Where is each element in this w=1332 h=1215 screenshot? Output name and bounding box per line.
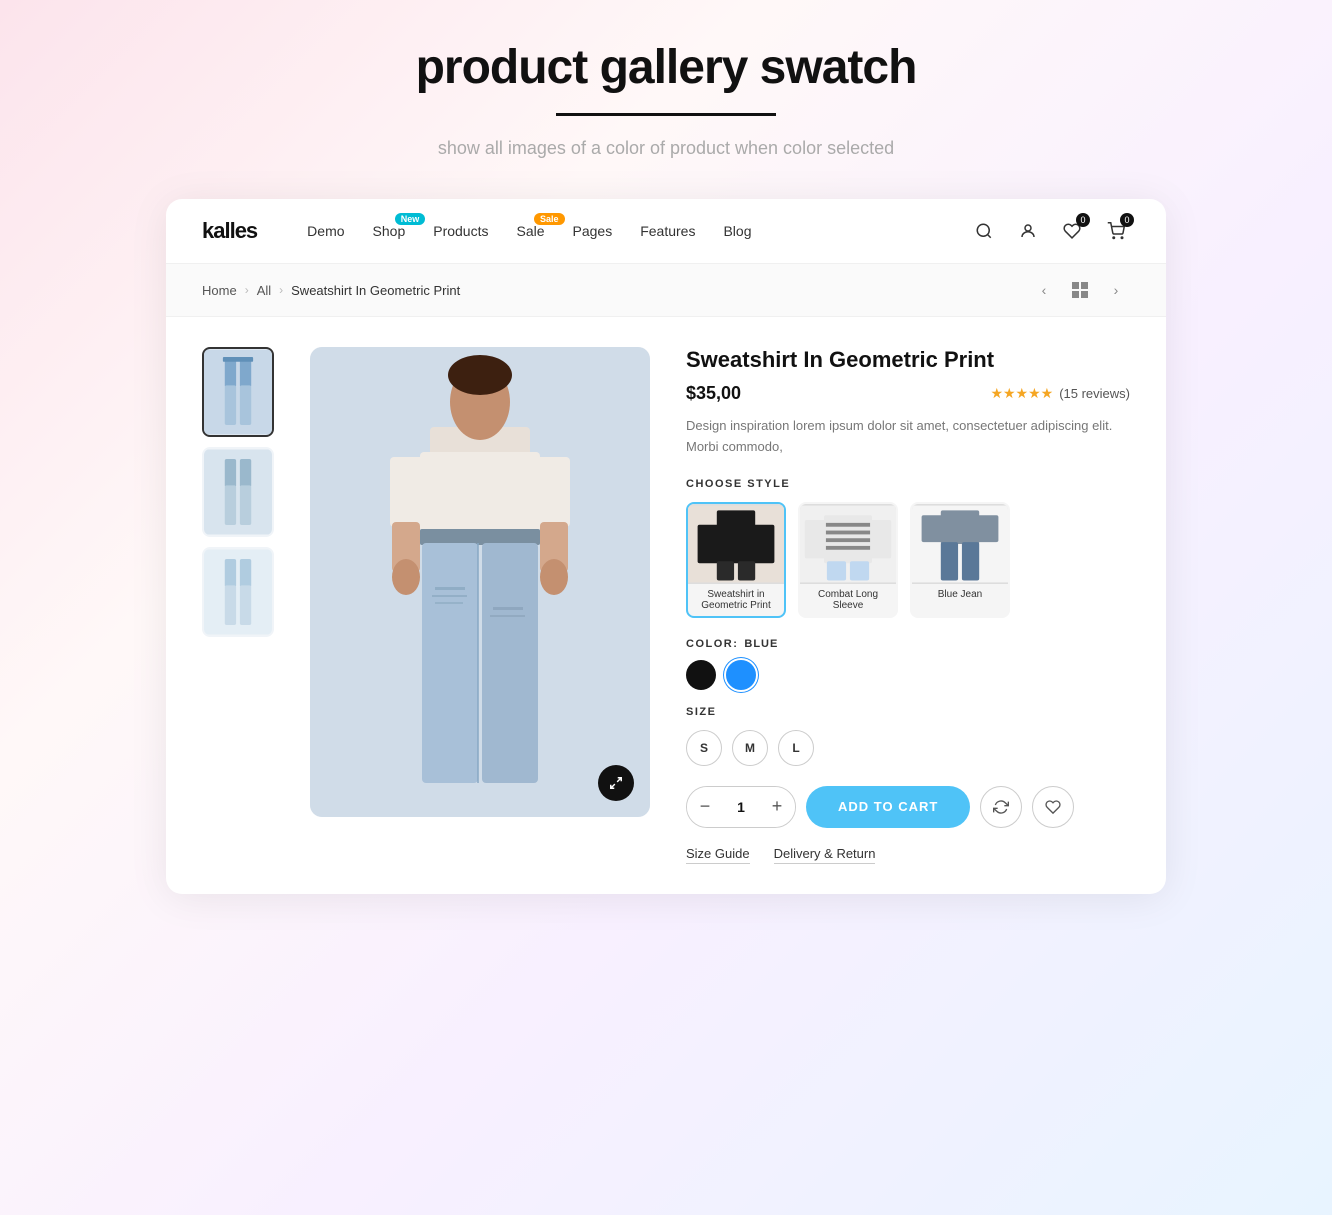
- color-label-row: COLOR: BLUE: [686, 638, 1130, 650]
- size-options: S M L: [686, 730, 1130, 766]
- color-section: COLOR: BLUE: [686, 638, 1130, 690]
- product-price-row: $35,00 ★★★★★ (15 reviews): [686, 383, 1130, 404]
- thumb-img-1: [204, 349, 272, 435]
- product-rating: ★★★★★ (15 reviews): [990, 385, 1130, 402]
- nav-link-features[interactable]: Features: [640, 223, 695, 239]
- prev-product-btn[interactable]: ‹: [1030, 276, 1058, 304]
- shop-card: kalles Demo Shop New Products Sale Sale …: [166, 199, 1166, 894]
- qty-increase-btn[interactable]: +: [759, 786, 795, 828]
- size-label: SIZE: [686, 706, 1130, 718]
- cart-row: − 1 + ADD TO CART: [686, 786, 1130, 828]
- breadcrumb-current: Sweatshirt In Geometric Print: [291, 283, 460, 298]
- style-swatch-img-0: [688, 504, 784, 584]
- product-title: Sweatshirt In Geometric Print: [686, 347, 1130, 373]
- thumbnails: [202, 347, 274, 864]
- review-count[interactable]: (15 reviews): [1059, 386, 1130, 401]
- sale-badge: Sale: [534, 213, 565, 225]
- quantity-value: 1: [723, 799, 759, 815]
- hero-title: product gallery swatch: [216, 40, 1116, 95]
- style-label: CHOOSE STYLE: [686, 478, 1130, 490]
- wishlist-count: 0: [1076, 213, 1090, 227]
- new-badge: New: [395, 213, 426, 225]
- next-product-btn[interactable]: ›: [1102, 276, 1130, 304]
- style-img-geometric: [688, 504, 784, 584]
- style-swatch-0[interactable]: Sweatshirt in Geometric Print: [686, 502, 786, 618]
- nav-link-demo[interactable]: Demo: [307, 223, 344, 239]
- breadcrumb-sep-2: ›: [279, 283, 283, 297]
- product-description: Design inspiration lorem ipsum dolor sit…: [686, 416, 1130, 458]
- refresh-icon: [993, 799, 1009, 815]
- thumbnail-2[interactable]: [202, 447, 274, 537]
- style-swatches: Sweatshirt in Geometric Print: [686, 502, 1130, 618]
- size-guide-link[interactable]: Size Guide: [686, 846, 750, 864]
- style-swatch-img-2: [912, 504, 1008, 584]
- expand-button[interactable]: [598, 765, 634, 801]
- color-swatch-black[interactable]: [686, 660, 716, 690]
- style-img-blue-jean: [912, 504, 1008, 584]
- qty-decrease-btn[interactable]: −: [687, 786, 723, 828]
- cart-count: 0: [1120, 213, 1134, 227]
- breadcrumb-all[interactable]: All: [257, 283, 271, 298]
- breadcrumb: Home › All › Sweatshirt In Geometric Pri…: [166, 264, 1166, 317]
- product-layout: Sweatshirt In Geometric Print $35,00 ★★★…: [166, 317, 1166, 894]
- compare-button[interactable]: [980, 786, 1022, 828]
- quantity-control: − 1 +: [686, 786, 796, 828]
- size-btn-s[interactable]: S: [686, 730, 722, 766]
- cart-icon-btn[interactable]: 0: [1102, 217, 1130, 245]
- user-icon: [1019, 222, 1037, 240]
- delivery-return-link[interactable]: Delivery & Return: [774, 846, 876, 864]
- hero-subtitle: show all images of a color of product wh…: [216, 138, 1116, 159]
- breadcrumb-home[interactable]: Home: [202, 283, 237, 298]
- nav-link-products[interactable]: Products: [433, 223, 488, 239]
- style-swatch-label-0: Sweatshirt in Geometric Print: [688, 584, 784, 616]
- wishlist-button[interactable]: [1032, 786, 1074, 828]
- product-price: $35,00: [686, 383, 741, 404]
- style-swatch-1[interactable]: Combat Long Sleeve: [798, 502, 898, 618]
- page-hero: product gallery swatch show all images o…: [216, 40, 1116, 159]
- add-to-cart-button[interactable]: ADD TO CART: [806, 786, 970, 828]
- search-icon-btn[interactable]: [970, 217, 998, 245]
- size-section: SIZE S M L: [686, 706, 1130, 766]
- breadcrumb-sep-1: ›: [245, 283, 249, 297]
- product-svg: [310, 347, 650, 817]
- account-icon-btn[interactable]: [1014, 217, 1042, 245]
- product-info: Sweatshirt In Geometric Print $35,00 ★★★…: [686, 347, 1130, 864]
- breadcrumb-nav: ‹ ›: [1030, 276, 1130, 304]
- navigation: kalles Demo Shop New Products Sale Sale …: [166, 199, 1166, 264]
- heart-outline-icon: [1045, 799, 1061, 815]
- main-image-inner: [310, 347, 650, 817]
- style-img-combat: [800, 504, 896, 584]
- star-rating: ★★★★★: [990, 385, 1053, 402]
- thumbnail-1[interactable]: [202, 347, 274, 437]
- color-swatch-blue[interactable]: [726, 660, 756, 690]
- expand-icon: [609, 776, 623, 790]
- style-swatch-2[interactable]: Blue Jean: [910, 502, 1010, 618]
- thumb-img-2: [204, 449, 272, 535]
- nav-link-blog[interactable]: Blog: [723, 223, 751, 239]
- thumb-img-3: [204, 549, 272, 635]
- wishlist-icon-btn[interactable]: 0: [1058, 217, 1086, 245]
- grid-view-btn[interactable]: [1066, 276, 1094, 304]
- style-swatch-img-1: [800, 504, 896, 584]
- nav-link-pages[interactable]: Pages: [573, 223, 613, 239]
- search-icon: [975, 222, 993, 240]
- color-swatches: [686, 660, 1130, 690]
- bottom-links: Size Guide Delivery & Return: [686, 846, 1130, 864]
- grid-icon: [1072, 282, 1088, 298]
- color-label: COLOR:: [686, 638, 738, 650]
- size-btn-l[interactable]: L: [778, 730, 814, 766]
- nav-link-sale[interactable]: Sale Sale: [516, 223, 544, 239]
- color-value: BLUE: [744, 638, 778, 650]
- nav-link-shop[interactable]: Shop New: [373, 223, 406, 239]
- main-product-image: [310, 347, 650, 817]
- nav-icons: 0 0: [970, 217, 1130, 245]
- style-swatch-label-2: Blue Jean: [912, 584, 1008, 605]
- logo[interactable]: kalles: [202, 218, 257, 244]
- style-swatch-label-1: Combat Long Sleeve: [800, 584, 896, 616]
- nav-links: Demo Shop New Products Sale Sale Pages F…: [307, 223, 970, 239]
- hero-divider: [556, 113, 776, 116]
- size-btn-m[interactable]: M: [732, 730, 768, 766]
- thumbnail-3[interactable]: [202, 547, 274, 637]
